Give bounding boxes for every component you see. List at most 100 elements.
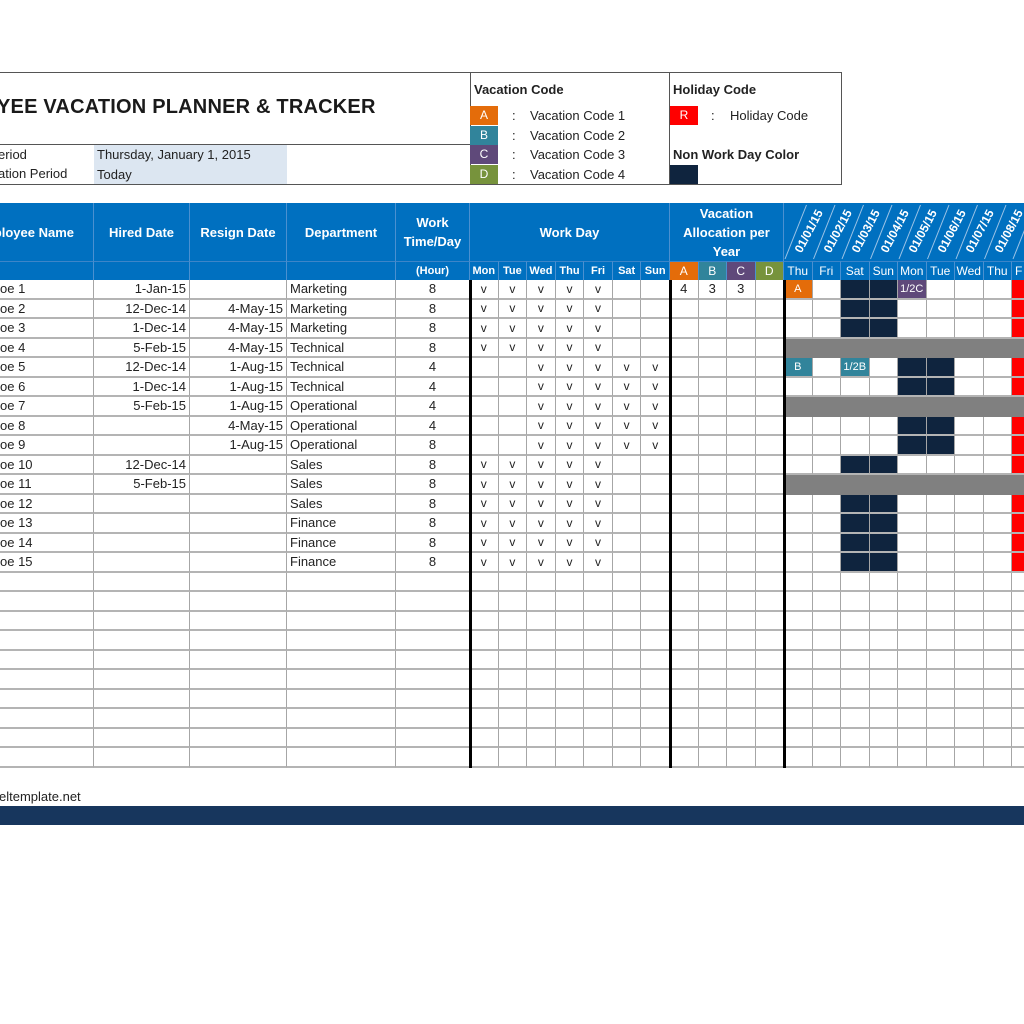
holiday-cell[interactable] [1012,533,1024,553]
calendar-cell[interactable] [926,670,955,690]
calendar-cell[interactable] [784,631,813,651]
calendar-cell[interactable] [812,377,841,397]
calendar-cell[interactable] [784,748,813,768]
hired-date-cell[interactable] [94,611,190,631]
calendar-cell[interactable] [926,748,955,768]
workday-cell[interactable] [527,572,556,592]
holiday-cell[interactable] [1012,319,1024,339]
calendar-cell[interactable] [869,358,898,378]
calendar-cell[interactable] [869,436,898,456]
nonwork-day-cell[interactable] [926,377,955,397]
calendar-cell[interactable] [983,416,1012,436]
calendar-cell[interactable] [784,514,813,534]
workday-cell[interactable] [470,397,499,417]
allocation-cell[interactable] [698,631,727,651]
calendar-cell[interactable] [841,728,870,748]
work-time-cell[interactable] [396,572,470,592]
allocation-cell[interactable] [755,436,784,456]
calendar-cell[interactable] [1012,612,1024,631]
allocation-cell[interactable] [698,572,727,592]
hired-date-cell[interactable]: 1-Dec-14 [94,319,190,339]
allocation-cell[interactable] [698,670,727,690]
workday-cell[interactable] [498,358,528,378]
workday-cell[interactable] [470,611,499,631]
workday-cell[interactable]: v [470,533,499,553]
workday-cell[interactable]: v [612,416,642,436]
workday-cell[interactable]: v [527,416,556,436]
allocation-cell[interactable] [670,358,699,378]
header-work-time[interactable]: Work Time/Day [396,203,470,261]
allocation-cell[interactable] [755,338,784,358]
calendar-cell[interactable] [841,631,870,651]
calendar-cell[interactable] [898,553,927,573]
work-time-cell[interactable]: 4 [396,397,470,417]
work-time-cell[interactable]: 8 [396,514,470,534]
workday-cell[interactable] [498,611,528,631]
calendar-cell[interactable] [841,689,870,709]
allocation-cell[interactable] [670,650,699,670]
calendar-cell[interactable] [983,709,1012,729]
holiday-cell[interactable] [1012,299,1024,319]
header-calendar-day[interactable]: F [1012,261,1024,280]
workday-cell[interactable]: v [527,397,556,417]
workday-cell[interactable] [470,436,499,456]
workday-cell[interactable] [612,494,642,514]
calendar-cell[interactable] [926,533,955,553]
calendar-cell[interactable] [869,728,898,748]
allocation-cell[interactable] [727,319,756,339]
vacation-cell[interactable]: B [784,358,813,378]
calendar-cell[interactable] [812,670,841,690]
allocation-cell[interactable] [670,299,699,319]
allocation-cell[interactable] [698,319,727,339]
header-calendar-day[interactable]: Fri [812,261,841,280]
workday-cell[interactable] [612,338,642,358]
workday-cell[interactable]: v [584,377,613,397]
allocation-cell[interactable] [670,728,699,748]
resign-date-cell[interactable] [190,611,287,631]
nonwork-day-cell[interactable] [898,358,927,378]
department-cell[interactable] [287,689,396,709]
workday-cell[interactable] [612,650,642,670]
allocation-cell[interactable] [755,280,784,300]
calendar-cell[interactable] [926,650,955,670]
calendar-cell[interactable] [898,533,927,553]
employee-name-cell[interactable]: oe 1 [0,280,94,300]
workday-cell[interactable] [498,689,528,709]
resign-date-cell[interactable] [190,514,287,534]
workday-cell[interactable]: v [498,553,528,573]
allocation-cell[interactable] [698,397,727,417]
calendar-cell[interactable] [784,455,813,475]
calendar-cell[interactable] [869,377,898,397]
calendar-cell[interactable] [955,709,984,729]
calendar-cell[interactable] [955,650,984,670]
workday-cell[interactable]: v [527,514,556,534]
employee-name-cell[interactable]: oe 10 [0,455,94,475]
workday-cell[interactable]: v [584,533,613,553]
calendar-cell[interactable] [983,436,1012,456]
holiday-cell[interactable] [1012,494,1024,514]
hired-date-cell[interactable]: 12-Dec-14 [94,299,190,319]
workday-cell[interactable] [641,533,670,553]
calendar-cell[interactable] [784,670,813,690]
calendar-cell[interactable] [926,631,955,651]
work-time-cell[interactable] [396,728,470,748]
calendar-cell[interactable] [955,553,984,573]
nonwork-day-cell[interactable] [926,436,955,456]
header-resign-date[interactable]: Resign Date [190,203,287,261]
calendar-cell[interactable] [898,689,927,709]
allocation-cell[interactable] [670,611,699,631]
header-weekday-tue[interactable]: Tue [498,261,528,280]
holiday-cell[interactable] [1012,436,1024,456]
employee-name-cell[interactable]: oe 6 [0,377,94,397]
resign-date-cell[interactable] [190,689,287,709]
nonwork-day-cell[interactable] [841,553,870,573]
workday-cell[interactable]: v [555,494,585,514]
calendar-cell[interactable] [784,611,813,631]
workday-cell[interactable] [470,709,499,729]
workday-cell[interactable] [641,689,670,709]
allocation-cell[interactable] [755,631,784,651]
workday-cell[interactable] [641,670,670,690]
vacation-cell[interactable]: A [784,280,813,300]
allocation-cell[interactable] [727,338,756,358]
allocation-cell[interactable] [727,397,756,417]
